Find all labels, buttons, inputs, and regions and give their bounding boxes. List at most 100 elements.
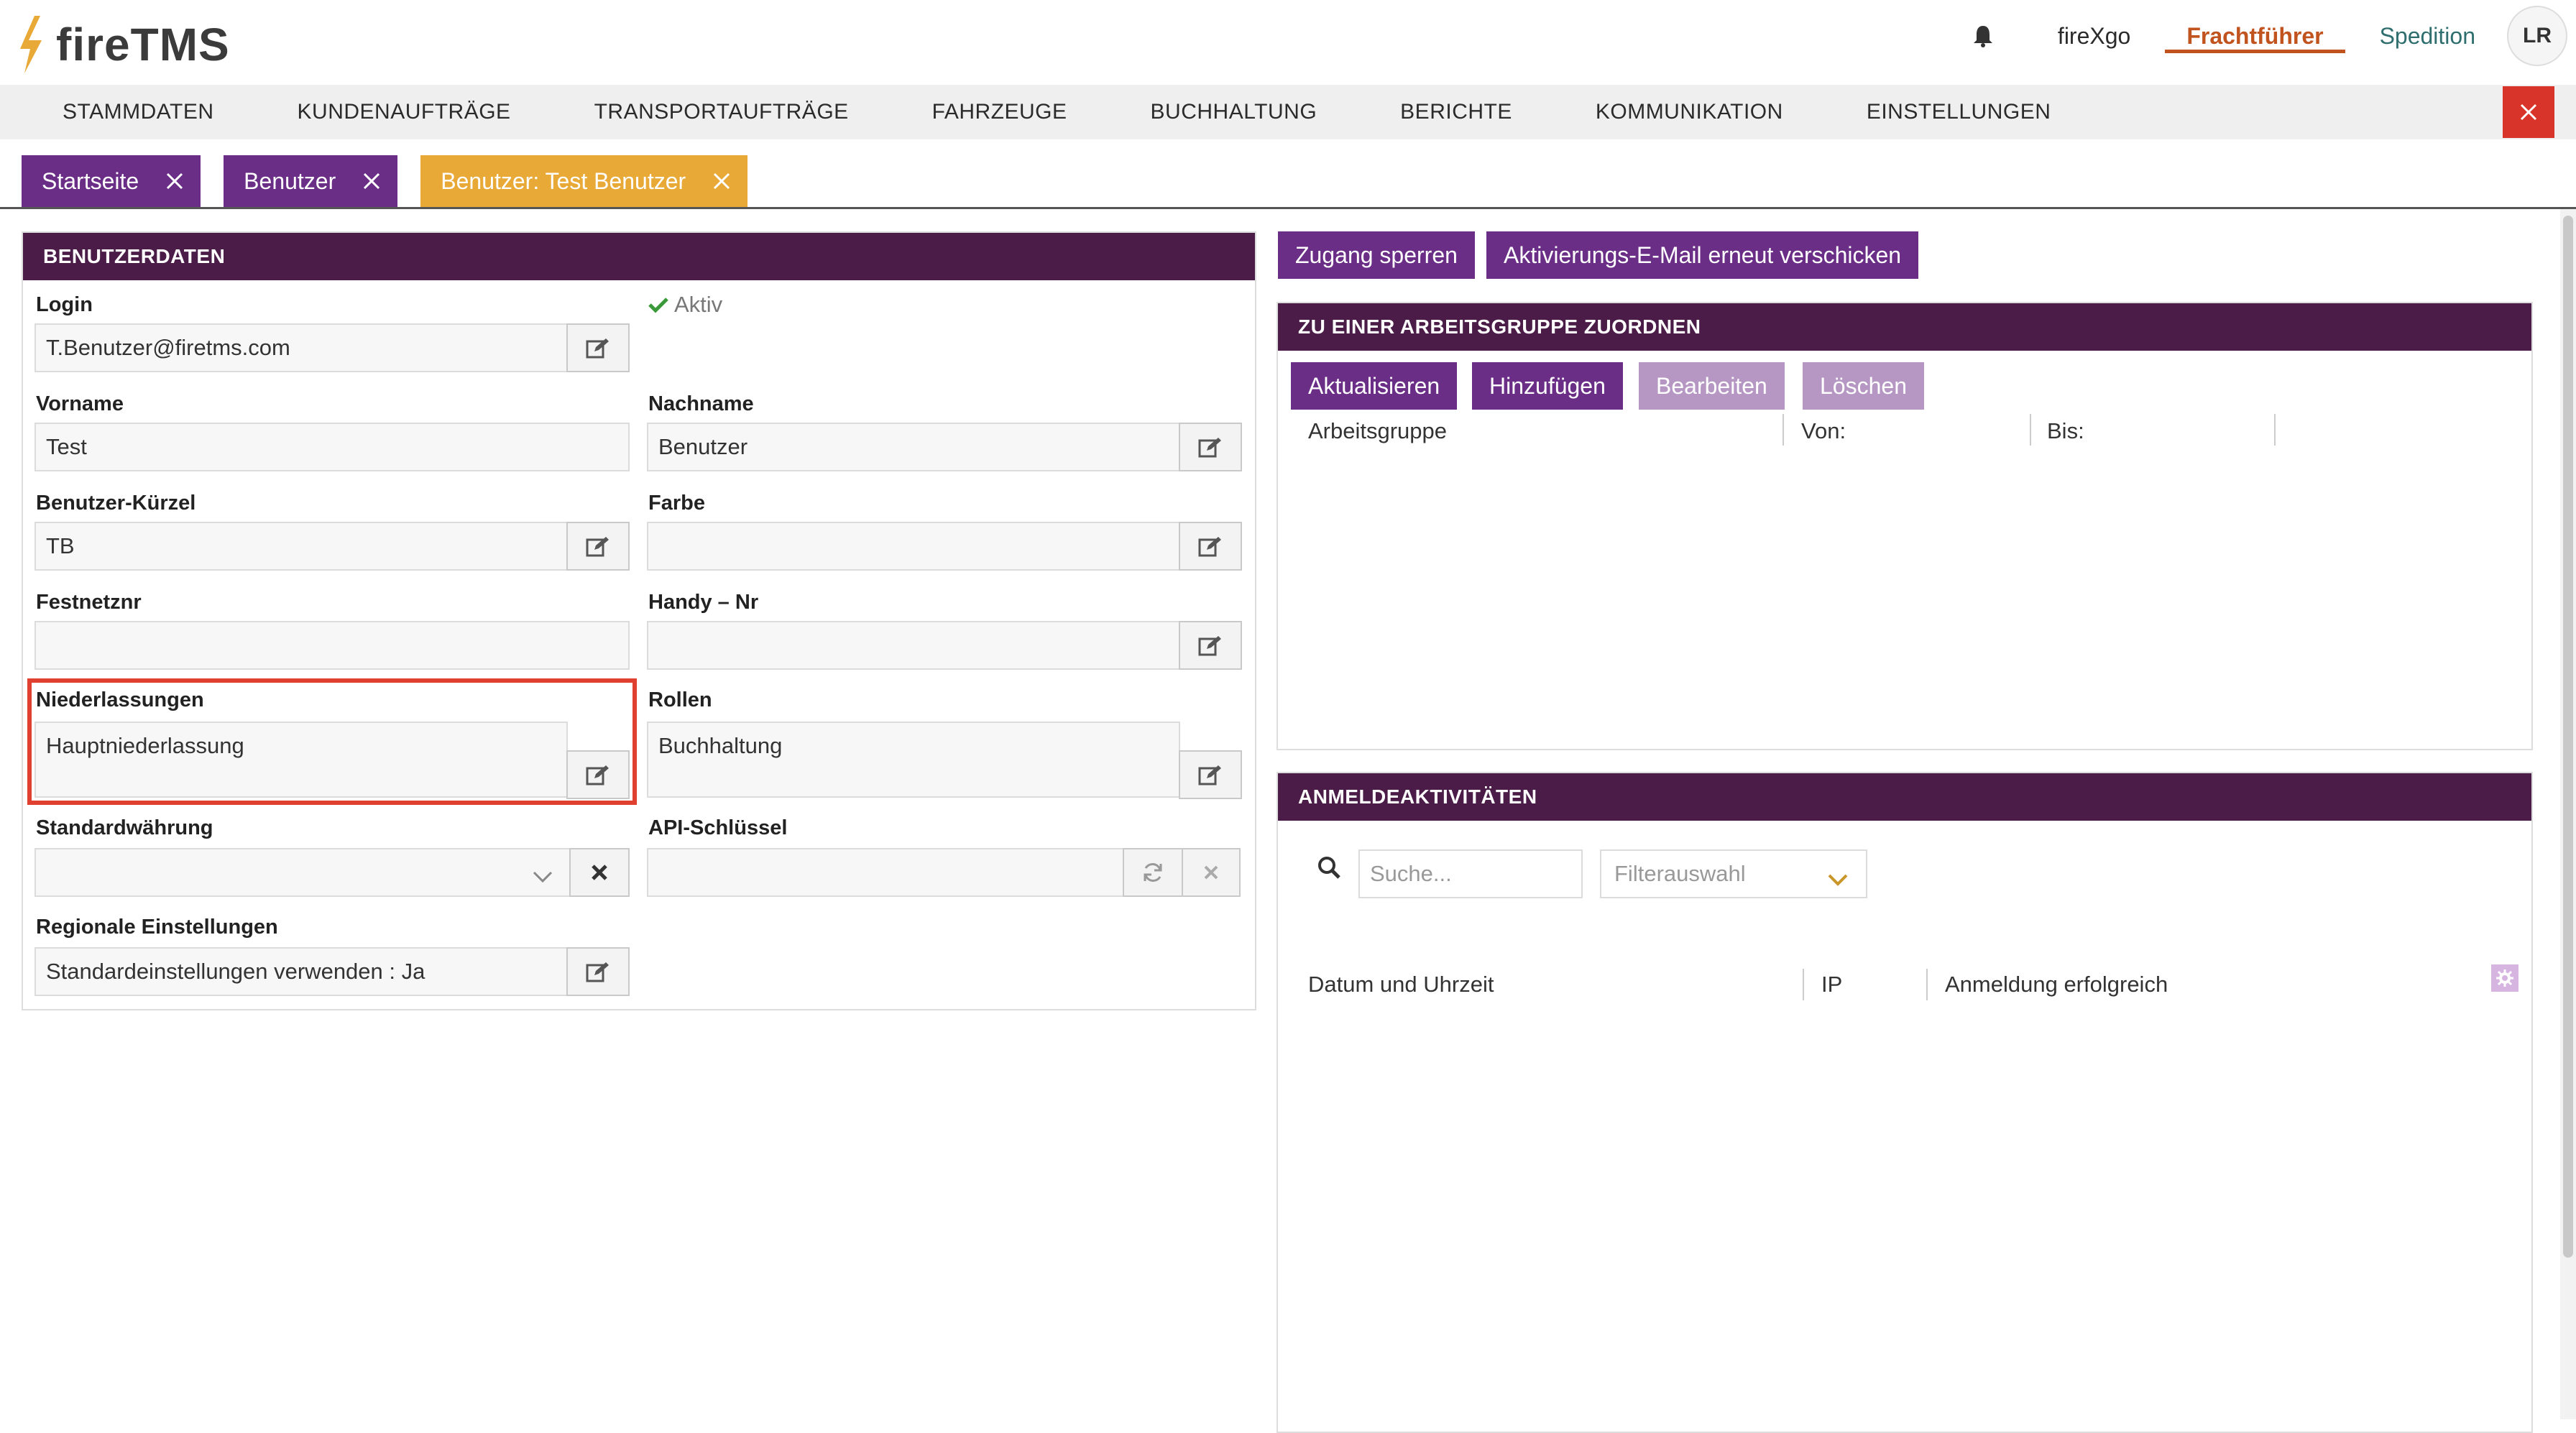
edit-icon xyxy=(1198,636,1221,656)
regional-label: Regionale Einstellungen xyxy=(36,916,278,939)
tab-label: Startseite xyxy=(42,167,139,194)
edit-icon xyxy=(586,338,609,359)
check-icon xyxy=(648,298,668,313)
panel-title: BENUTZERDATEN xyxy=(23,233,1255,280)
link-frachtfuehrer[interactable]: Frachtführer xyxy=(2165,0,2345,72)
gear-icon[interactable] xyxy=(2491,964,2518,992)
tab-benutzer-test[interactable]: Benutzer: Test Benutzer xyxy=(420,155,748,207)
vorname-field[interactable]: Test xyxy=(34,423,630,471)
search-icon xyxy=(1317,855,1341,885)
nav-item-stammdaten[interactable]: STAMMDATEN xyxy=(63,100,214,124)
edit-handy-button[interactable] xyxy=(1179,621,1242,670)
column-divider xyxy=(2274,414,2276,446)
edit-icon xyxy=(586,537,609,557)
festnetz-label: Festnetznr xyxy=(36,591,142,614)
column-header-arbeitsgruppe[interactable]: Arbeitsgruppe xyxy=(1308,418,1447,444)
edit-icon xyxy=(586,962,609,982)
close-icon[interactable] xyxy=(362,171,382,191)
edit-farbe-button[interactable] xyxy=(1179,522,1242,571)
login-label: Login xyxy=(36,293,93,316)
nachname-label: Nachname xyxy=(648,392,754,415)
main-nav: STAMMDATEN KUNDENAUFTRÄGE TRANSPORTAUFTR… xyxy=(0,85,2576,139)
festnetz-field[interactable] xyxy=(34,621,630,670)
nav-item-transportauftraege[interactable]: TRANSPORTAUFTRÄGE xyxy=(594,100,849,124)
resend-activation-button[interactable]: Aktivierungs-E-Mail erneut verschicken xyxy=(1486,231,1919,279)
tab-benutzer[interactable]: Benutzer xyxy=(224,155,398,207)
nav-item-kommunikation[interactable]: KOMMUNIKATION xyxy=(1596,100,1783,124)
status-active: Aktiv xyxy=(648,292,722,318)
delete-button[interactable]: Löschen xyxy=(1803,362,1924,410)
nav-item-berichte[interactable]: BERICHTE xyxy=(1400,100,1512,124)
edit-button[interactable]: Bearbeiten xyxy=(1639,362,1785,410)
add-button[interactable]: Hinzufügen xyxy=(1472,362,1623,410)
refresh-api-button[interactable] xyxy=(1123,848,1183,897)
close-icon xyxy=(2520,103,2537,121)
edit-icon xyxy=(1198,438,1221,458)
regional-field[interactable]: Standardeinstellungen verwenden : Ja xyxy=(34,947,568,996)
waehrung-select[interactable] xyxy=(34,848,571,897)
panel-title: ZU EINER ARBEITSGRUPPE ZUORDNEN xyxy=(1278,303,2531,351)
chevron-down-icon[interactable] xyxy=(532,864,553,890)
link-spedition[interactable]: Spedition xyxy=(2380,0,2475,72)
edit-login-button[interactable] xyxy=(566,323,630,372)
tab-label: Benutzer: Test Benutzer xyxy=(441,167,686,194)
panel-title: ANMELDEAKTIVITÄTEN xyxy=(1278,773,2531,821)
rollen-field[interactable]: Buchhaltung xyxy=(647,722,1180,798)
top-bar: fireTMS fireXgo Frachtführer Spedition L… xyxy=(0,0,2576,85)
block-access-button[interactable]: Zugang sperren xyxy=(1278,231,1475,279)
scrollbar-thumb[interactable] xyxy=(2563,216,2573,1258)
logo[interactable]: fireTMS xyxy=(19,16,230,73)
api-field[interactable] xyxy=(647,848,1124,897)
refresh-button[interactable]: Aktualisieren xyxy=(1291,362,1458,410)
nav-item-fahrzeuge[interactable]: FAHRZEUGE xyxy=(932,100,1067,124)
column-header-bis[interactable]: Bis: xyxy=(2047,418,2084,444)
niederlassungen-label: Niederlassungen xyxy=(36,688,204,711)
column-divider xyxy=(2030,414,2031,446)
handy-label: Handy – Nr xyxy=(648,591,759,614)
nav-item-buchhaltung[interactable]: BUCHHALTUNG xyxy=(1151,100,1317,124)
rollen-label: Rollen xyxy=(648,688,712,711)
farbe-field[interactable] xyxy=(647,522,1180,571)
refresh-icon xyxy=(1144,863,1162,882)
waehrung-label: Standardwährung xyxy=(36,816,213,839)
farbe-label: Farbe xyxy=(648,492,705,515)
chevron-down-icon[interactable] xyxy=(1827,867,1849,893)
tab-bar: Startseite Benutzer Benutzer: Test Benut… xyxy=(22,155,770,207)
handy-field[interactable] xyxy=(647,621,1180,670)
close-icon xyxy=(1204,865,1218,880)
edit-rollen-button[interactable] xyxy=(1179,750,1242,799)
close-all-button[interactable] xyxy=(2503,86,2554,138)
nachname-field[interactable]: Benutzer xyxy=(647,423,1180,471)
vorname-label: Vorname xyxy=(36,392,124,415)
column-divider xyxy=(1803,969,1804,1000)
api-label: API-Schlüssel xyxy=(648,816,788,839)
edit-icon xyxy=(1198,765,1221,785)
login-field[interactable]: T.Benutzer@firetms.com xyxy=(34,323,568,372)
column-header-erfolgreich[interactable]: Anmeldung erfolgreich xyxy=(1945,972,2168,997)
nav-item-einstellungen[interactable]: EINSTELLUNGEN xyxy=(1867,100,2051,124)
link-firexgo[interactable]: fireXgo xyxy=(2058,0,2130,72)
edit-kuerzel-button[interactable] xyxy=(566,522,630,571)
close-icon[interactable] xyxy=(165,171,185,191)
edit-niederlassungen-button[interactable] xyxy=(566,750,630,799)
niederlassungen-field[interactable]: Hauptniederlassung xyxy=(34,722,568,798)
edit-icon xyxy=(1198,537,1221,557)
bell-icon[interactable] xyxy=(1961,14,2005,57)
close-icon[interactable] xyxy=(712,171,732,191)
column-divider xyxy=(1926,969,1928,1000)
tab-startseite[interactable]: Startseite xyxy=(22,155,201,207)
clear-api-button[interactable] xyxy=(1182,848,1241,897)
flame-icon xyxy=(19,16,50,73)
column-header-von[interactable]: Von: xyxy=(1801,418,1846,444)
edit-regional-button[interactable] xyxy=(566,947,630,996)
tab-label: Benutzer xyxy=(244,167,336,194)
column-header-datum[interactable]: Datum und Uhrzeit xyxy=(1308,972,1494,997)
logo-text: fireTMS xyxy=(56,19,230,70)
edit-nachname-button[interactable] xyxy=(1179,423,1242,471)
clear-waehrung-button[interactable] xyxy=(569,848,630,897)
nav-item-kundenauftraege[interactable]: KUNDENAUFTRÄGE xyxy=(298,100,511,124)
kuerzel-field[interactable]: TB xyxy=(34,522,568,571)
search-input[interactable]: Suche... xyxy=(1358,849,1583,898)
avatar[interactable]: LR xyxy=(2507,6,2567,66)
column-header-ip[interactable]: IP xyxy=(1821,972,1842,997)
